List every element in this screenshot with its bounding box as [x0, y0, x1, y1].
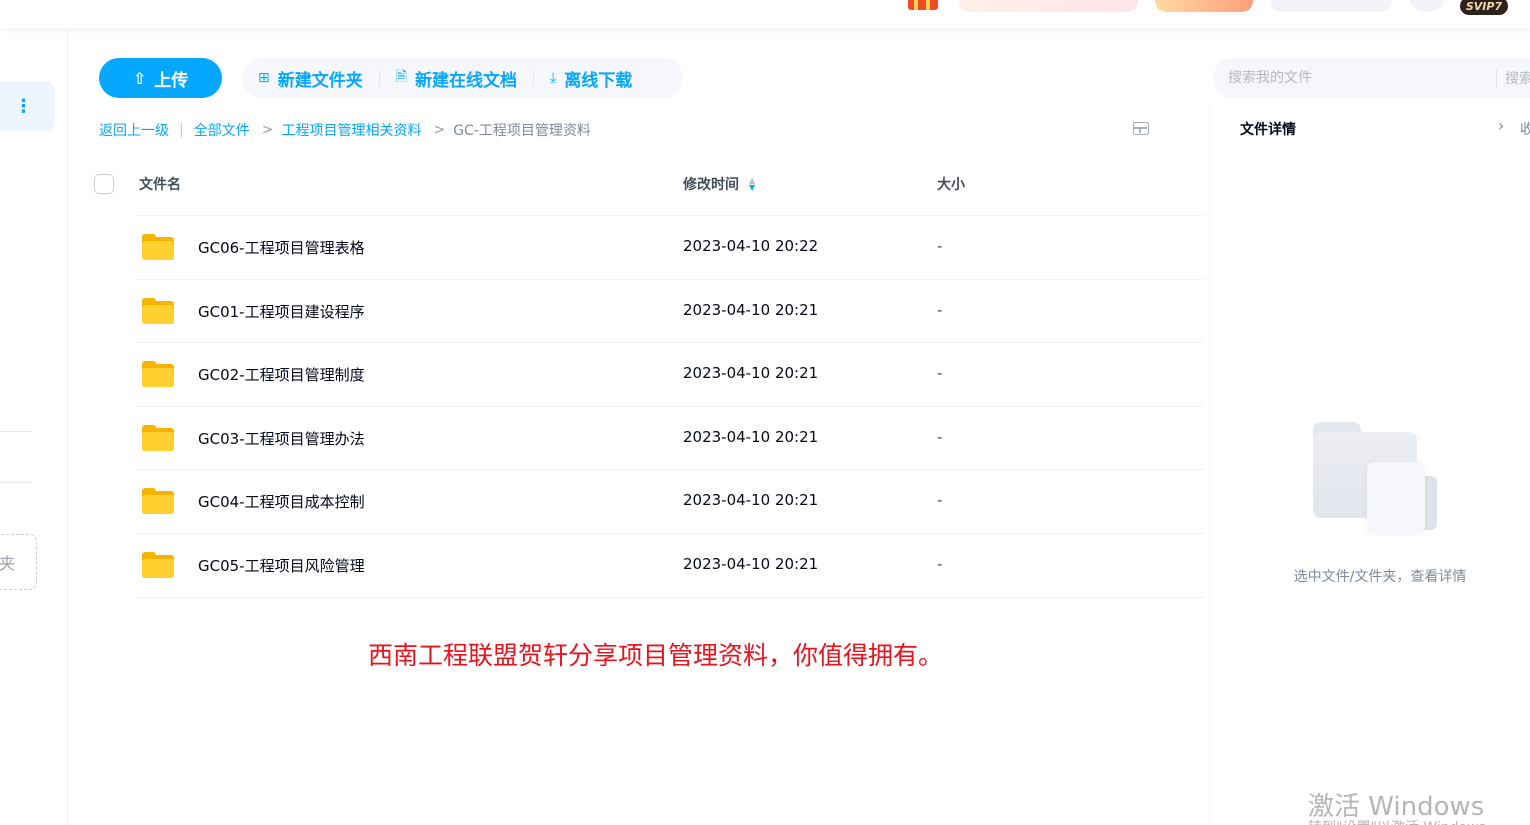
table-row[interactable]: GC01-工程项目建设程序 2023-04-10 20:21 - — [136, 280, 1204, 344]
breadcrumb-root-link[interactable]: 全部文件 — [194, 120, 250, 140]
avatar[interactable] — [1410, 0, 1444, 12]
table-row[interactable]: GC04-工程项目成本控制 2023-04-10 20:21 - — [136, 470, 1204, 534]
search-box: 搜索 — [1213, 58, 1530, 98]
file-time: 2023-04-10 20:21 — [683, 491, 819, 510]
divider — [0, 482, 32, 483]
offline-download-label: 离线下载 — [564, 70, 633, 91]
view-layout-icon[interactable] — [1133, 122, 1149, 135]
file-size: - — [937, 364, 943, 383]
toolbar-actions: ⊞ 新建文件夹 🗎 新建在线文档 ⤓ 离线下载 — [242, 58, 683, 98]
folder-icon — [142, 488, 174, 515]
folder-icon — [142, 297, 174, 324]
folder-icon — [142, 361, 174, 388]
detail-panel-title: 文件详情 — [1240, 122, 1296, 138]
add-folder-icon: ⊞ — [258, 70, 270, 86]
new-folder-card[interactable]: 夹 — [0, 534, 37, 590]
divider — [378, 70, 380, 86]
file-name[interactable]: GC04-工程项目成本控制 — [198, 491, 365, 512]
column-header-name[interactable]: 文件名 — [139, 174, 181, 194]
annotation-text: 西南工程联盟贺轩分享项目管理资料，你值得拥有。 — [368, 641, 944, 670]
file-size: - — [937, 237, 943, 255]
divider — [1496, 69, 1497, 87]
new-folder-label: 新建文件夹 — [277, 70, 363, 91]
breadcrumb-parent-link[interactable]: 工程项目管理相关资料 — [281, 120, 421, 140]
new-online-doc-button[interactable]: 🗎 新建在线文档 — [396, 66, 517, 91]
user-menu[interactable] — [1270, 0, 1392, 12]
file-name[interactable]: GC05-工程项目风险管理 — [198, 555, 365, 576]
folder-icon — [142, 234, 174, 260]
column-header-time-label: 修改时间 — [683, 177, 739, 193]
download-icon: ⤓ — [550, 70, 557, 86]
upload-icon: ⇧ — [132, 68, 147, 88]
file-name[interactable]: GC01-工程项目建设程序 — [198, 301, 365, 322]
file-time: 2023-04-10 20:22 — [683, 237, 819, 255]
breadcrumb-separator: > — [433, 122, 446, 138]
svip-badge[interactable]: SVIP7 — [1460, 0, 1508, 15]
left-sidebar: ⋮ 夹 — [0, 28, 68, 825]
new-folder-button[interactable]: ⊞ 新建文件夹 — [258, 66, 363, 91]
promo-banner[interactable] — [958, 0, 1138, 12]
file-name[interactable]: GC02-工程项目管理制度 — [198, 364, 365, 385]
file-detail-panel: 文件详情 › 收 选中文件/文件夹，查看详情 — [1209, 104, 1530, 825]
table-row[interactable]: GC02-工程项目管理制度 2023-04-10 20:21 - — [136, 343, 1204, 407]
file-time: 2023-04-10 20:21 — [683, 427, 819, 446]
file-time: 2023-04-10 20:21 — [683, 554, 819, 573]
table-row[interactable]: GC06-工程项目管理表格 2023-04-10 20:22 - — [136, 216, 1204, 280]
file-list: GC06-工程项目管理表格 2023-04-10 20:22 - GC01-工程… — [136, 216, 1204, 598]
search-button[interactable]: 搜索 — [1505, 68, 1530, 88]
new-folder-card-label: 夹 — [0, 554, 16, 573]
breadcrumb-separator: > — [261, 122, 274, 138]
more-vertical-icon: ⋮ — [14, 95, 33, 117]
windows-activation-subtext: 转到"设置"以激活 Windows。 — [1308, 817, 1500, 825]
file-size: - — [937, 491, 943, 510]
file-name[interactable]: GC03-工程项目管理办法 — [198, 428, 365, 449]
folder-icon — [142, 424, 174, 451]
sort-icon[interactable]: ▲ ▼ — [749, 177, 755, 192]
top-bar: SVIP7 — [0, 0, 1530, 28]
breadcrumb: 返回上一级 | 全部文件 > 工程项目管理相关资料 > GC-工程项目管理资料 — [99, 120, 591, 140]
divider — [533, 70, 534, 86]
collapse-panel-button[interactable]: 收 — [1520, 119, 1530, 139]
breadcrumb-current: GC-工程项目管理资料 — [453, 123, 591, 139]
file-name[interactable]: GC06-工程项目管理表格 — [198, 237, 365, 258]
upload-label: 上传 — [154, 70, 189, 91]
divider — [0, 431, 32, 432]
select-all-checkbox[interactable] — [94, 174, 114, 194]
column-header-size[interactable]: 大小 — [937, 174, 965, 194]
file-size: - — [937, 554, 943, 573]
more-menu-button[interactable]: ⋮ — [0, 81, 55, 131]
search-input[interactable] — [1228, 70, 1488, 86]
empty-state-text: 选中文件/文件夹，查看详情 — [1293, 569, 1467, 585]
empty-folder-icon — [1313, 422, 1439, 534]
breadcrumb-divider: | — [179, 122, 184, 138]
breadcrumb-back-link[interactable]: 返回上一级 — [99, 120, 169, 140]
vip-promo-button[interactable] — [1155, 0, 1253, 12]
folder-icon — [142, 551, 174, 578]
upload-button[interactable]: ⇧ 上传 — [99, 58, 222, 98]
file-size: - — [937, 427, 943, 446]
new-doc-label: 新建在线文档 — [415, 70, 517, 91]
file-size: - — [937, 300, 943, 319]
gift-icon[interactable] — [908, 0, 938, 10]
offline-download-button[interactable]: ⤓ 离线下载 — [550, 66, 632, 91]
column-header-time[interactable]: 修改时间 ▲ ▼ — [683, 174, 755, 194]
file-time: 2023-04-10 20:21 — [683, 364, 819, 383]
file-time: 2023-04-10 20:21 — [683, 300, 819, 319]
new-doc-icon: 🗎 — [395, 69, 407, 85]
chevron-right-icon[interactable]: › — [1498, 116, 1504, 135]
table-row[interactable]: GC05-工程项目风险管理 2023-04-10 20:21 - — [136, 534, 1204, 598]
table-row[interactable]: GC03-工程项目管理办法 2023-04-10 20:21 - — [136, 407, 1204, 471]
